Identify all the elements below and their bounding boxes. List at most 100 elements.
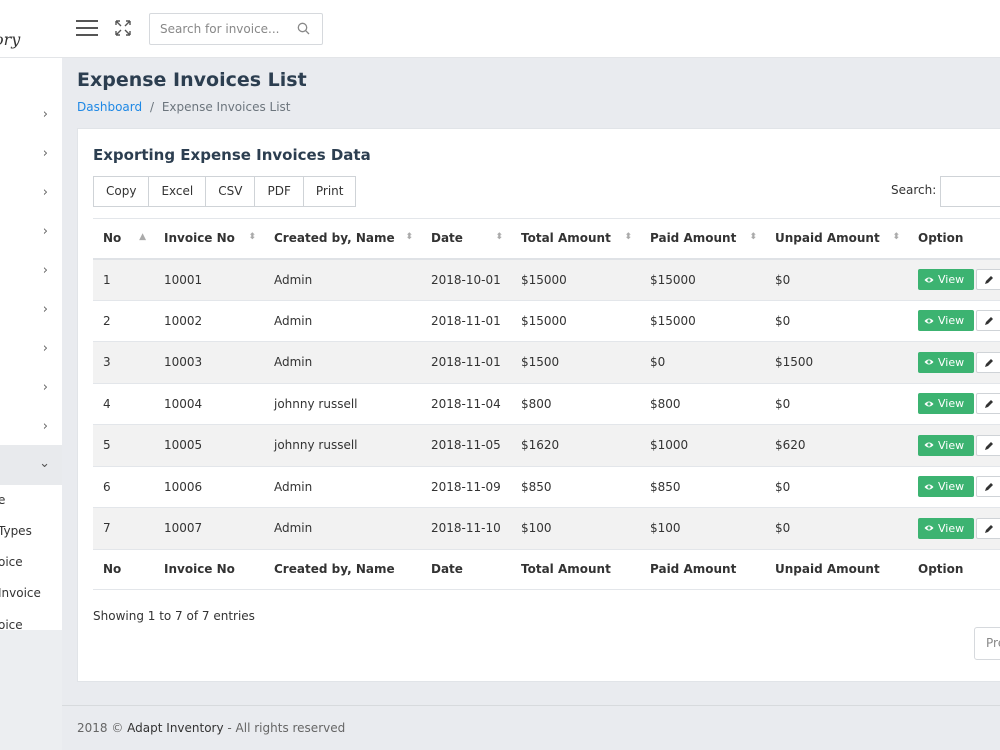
pencil-icon [985,358,993,367]
breadcrumb-current: Expense Invoices List [161,100,291,114]
sidebar-item-2[interactable]: › [0,134,62,173]
view-button[interactable]: View [918,351,974,373]
table-row: 7 10007 Admin 2018-11-10 $100 $100 $0 View [93,507,1000,550]
view-button[interactable]: View [918,517,974,539]
table-search-input[interactable] [940,176,1000,207]
cell-no: 6 [93,466,154,508]
search-icon[interactable] [297,22,310,39]
eye-icon [924,311,934,332]
eye-icon [924,270,934,291]
pencil-icon [985,524,993,533]
footer-divider [62,705,1000,706]
column-header-total-amount[interactable]: Total Amount ⬍ [511,218,640,260]
sidebar-subitem-5[interactable]: oice [0,618,23,632]
cell-option: View [908,424,1000,467]
sidebar-item-6[interactable]: › [0,290,62,329]
breadcrumb-dashboard-link[interactable]: Dashboard [77,100,142,114]
view-label: View [938,521,965,535]
sort-icon: ⬍ [495,232,503,242]
edit-button[interactable] [976,351,1000,373]
sidebar-subitem-3[interactable]: oice [0,555,23,569]
sidebar-subitem-2[interactable]: Types [0,524,32,538]
view-button[interactable]: View [918,393,974,415]
sidebar-item-8[interactable]: › [0,368,62,407]
brand-logo[interactable]: ory [0,0,62,58]
eye-icon [924,394,934,415]
column-header-date[interactable]: Date ⬍ [421,218,511,260]
breadcrumb-separator: / [149,100,154,114]
sidebar-item-1[interactable]: › [0,95,62,134]
cell-option: View [908,341,1000,384]
pdf-button[interactable]: PDF [254,176,304,207]
cell-paid-amount: $800 [640,383,765,425]
sort-asc-icon: ▲ [139,232,146,242]
sort-icon: ⬍ [624,232,632,242]
sidebar-item-9[interactable]: › [0,407,62,446]
column-header-paid-amount[interactable]: Paid Amount ⬍ [640,218,765,260]
column-header-no[interactable]: No ▲ [93,218,154,260]
edit-button[interactable] [976,476,1000,498]
cell-unpaid-amount: $0 [765,507,908,550]
view-button[interactable]: View [918,434,974,456]
csv-button[interactable]: CSV [205,176,256,207]
view-button[interactable]: View [918,310,974,332]
copy-button[interactable]: Copy [93,176,150,207]
footer-header-paid-amount: Paid Amount [640,548,765,590]
view-button[interactable]: View [918,476,974,498]
cell-created-by: johnny russell [264,424,421,467]
fullscreen-icon[interactable] [114,19,132,37]
sidebar-item-7[interactable]: › [0,329,62,368]
sidebar-subitem-4[interactable]: Invoice [0,586,41,600]
edit-button[interactable] [976,434,1000,456]
column-header-unpaid-amount[interactable]: Unpaid Amount ⬍ [765,218,908,260]
table-row: 5 10005 johnny russell 2018-11-05 $1620 $1000… [93,424,1000,467]
column-header-created-by[interactable]: Created by, Name ⬍ [264,218,421,260]
chevron-right-icon: › [42,341,48,356]
cell-no: 5 [93,424,154,467]
excel-button[interactable]: Excel [148,176,207,207]
invoice-card: Exporting Expense Invoices Data Copy Exc… [77,128,1000,682]
view-label: View [938,273,965,286]
cell-total-amount: $1620 [511,424,640,467]
sidebar-item-3[interactable]: › [0,173,62,212]
sidebar-item-4[interactable]: › [0,212,62,251]
footer-header-option: Option [908,548,1000,590]
column-header-invoice-no[interactable]: Invoice No ⬍ [154,218,264,260]
view-label: View [938,438,965,452]
pencil-icon [985,441,993,450]
footer-header-invoice-no: Invoice No [154,548,264,590]
footer-brand-link[interactable]: Adapt Inventory [127,721,223,735]
menu-toggle-icon[interactable] [76,20,98,36]
cell-total-amount: $850 [511,466,640,508]
sidebar-item-expense[interactable]: ⌄ [0,445,62,485]
edit-button[interactable] [976,393,1000,415]
view-button[interactable]: View [918,269,974,290]
page-title: Expense Invoices List [77,69,307,91]
footer-header-created-by: Created by, Name [264,548,421,590]
cell-unpaid-amount: $0 [765,300,908,342]
view-label: View [938,480,965,494]
edit-button[interactable] [976,269,1000,290]
previous-page-button[interactable]: Pre [974,627,1000,660]
chevron-right-icon: › [42,107,48,122]
print-button[interactable]: Print [302,176,357,207]
sidebar-subitem-1[interactable]: e [0,493,5,507]
edit-button[interactable] [976,517,1000,539]
cell-no: 1 [93,258,154,301]
cell-invoice-no: 10001 [154,258,264,301]
cell-no: 3 [93,341,154,384]
cell-created-by: Admin [264,507,421,550]
footer-suffix: - All rights reserved [223,721,346,735]
footer-header-total-amount: Total Amount [511,548,640,590]
cell-paid-amount: $15000 [640,258,765,301]
eye-icon [924,435,934,456]
cell-invoice-no: 10006 [154,466,264,508]
cell-date: 2018-10-01 [421,258,511,301]
sidebar-menu: › › › › › › › › › [0,58,62,630]
sidebar-item-5[interactable]: › [0,251,62,290]
cell-total-amount: $15000 [511,300,640,342]
edit-button[interactable] [976,310,1000,332]
cell-date: 2018-11-01 [421,300,511,342]
chevron-right-icon: › [42,302,48,317]
search-input[interactable] [150,14,290,44]
